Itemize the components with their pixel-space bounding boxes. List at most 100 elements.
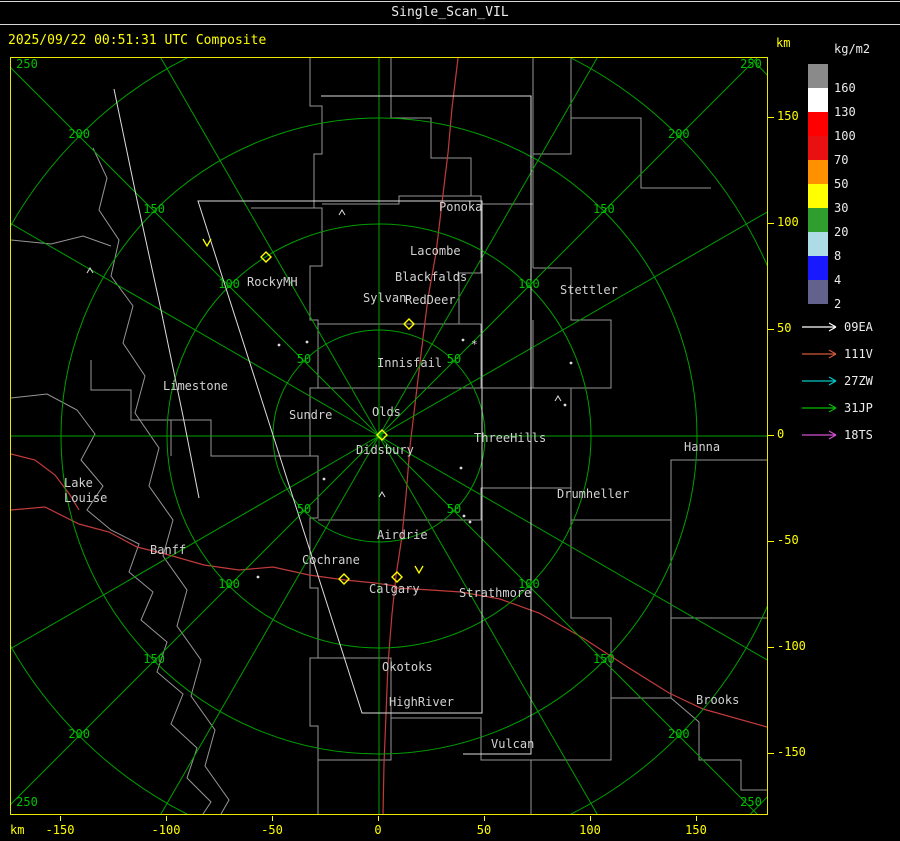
- bottom-axis-tick: [272, 816, 273, 821]
- city-label: Brooks: [696, 693, 740, 707]
- city-label: Banff: [150, 543, 187, 557]
- scan-timestamp: 2025/09/22 00:51:31 UTC Composite: [8, 33, 267, 48]
- colorbar-value: 20: [834, 225, 849, 239]
- title-bar: Single_Scan_VIL: [0, 1, 900, 25]
- map-marker-dot: [468, 520, 472, 524]
- city-label: Blackfalds: [395, 270, 468, 284]
- right-axis-label: 100: [777, 215, 799, 229]
- colorbar-swatch: [808, 256, 828, 280]
- range-ring-label: 250: [16, 795, 38, 809]
- range-ring-label: 150: [143, 202, 165, 217]
- colorbar-value: 50: [834, 177, 849, 191]
- right-axis-tick: [768, 647, 774, 648]
- colorbar-value: 130: [834, 105, 856, 119]
- city-label: Innisfail: [377, 356, 443, 370]
- colorbar-swatch: [808, 64, 828, 88]
- city-label: Limestone: [163, 379, 229, 393]
- city-label: Vulcan: [491, 737, 535, 751]
- range-ring-label: 150: [143, 651, 165, 666]
- bottom-axis-tick: [378, 816, 379, 821]
- right-axis-unit: km: [776, 36, 791, 50]
- bottom-axis-label: 50: [476, 823, 492, 837]
- city-label: RockyMH: [247, 275, 298, 289]
- range-ring-label: 200: [68, 127, 91, 142]
- range-ring-label: 200: [68, 726, 91, 741]
- city-label: Olds: [372, 405, 401, 419]
- city-label: RedDeer: [405, 293, 456, 307]
- window-title: Single_Scan_VIL: [391, 5, 509, 20]
- legend-site-id: 111V: [844, 347, 873, 361]
- legend-arrow-icon: [802, 349, 837, 359]
- right-axis-tick: [768, 435, 774, 436]
- colorbar-swatch: [808, 208, 828, 232]
- map-marker-dot: [563, 403, 567, 407]
- range-ring-label: 250: [740, 57, 762, 71]
- legend-site-id: 09EA: [844, 320, 873, 334]
- map-marker-chevron: [202, 238, 212, 248]
- right-axis-label: 150: [777, 109, 799, 123]
- right-axis-tick: [768, 223, 774, 224]
- map-area: * 50 50 50 50 100 100 100 100 150 150 150 150 200 200…: [10, 57, 768, 815]
- colorbar-swatch: [808, 280, 828, 304]
- right-axis-tick: [768, 753, 774, 754]
- city-label: Ponoka: [439, 200, 483, 214]
- colorbar-value: 8: [834, 249, 842, 263]
- legend-arrow-icon: [802, 430, 837, 440]
- map-marker-dot: [459, 466, 463, 470]
- city-label: HighRiver: [389, 695, 455, 709]
- colorbar-swatch: [808, 112, 828, 136]
- range-ring-label: 150: [593, 651, 615, 666]
- bottom-axis: -150 -100 -50 0 50 100 150: [10, 816, 780, 840]
- range-ring-label: 250: [740, 795, 762, 809]
- legend-arrow-icon: [802, 322, 837, 332]
- city-label: Airdrie: [377, 528, 428, 542]
- range-ring-label: 100: [218, 277, 240, 292]
- legend-site-id: 31JP: [844, 401, 873, 415]
- city-label: Stettler: [560, 283, 618, 297]
- right-axis-label: -100: [777, 639, 806, 653]
- range-ring-label: 50: [296, 352, 312, 367]
- bottom-axis-label: -50: [261, 823, 283, 837]
- right-axis-label: -150: [777, 745, 806, 759]
- map-marker-dot: [322, 477, 326, 481]
- range-ring-label: 50: [296, 501, 312, 516]
- city-label: Louise: [64, 491, 108, 505]
- city-label: Cochrane: [302, 553, 360, 567]
- right-axis-tick: [768, 541, 774, 542]
- right-axis-label: -50: [777, 533, 799, 547]
- legend-arrow-icon: [802, 403, 837, 413]
- legend-arrow-icon: [802, 376, 837, 386]
- right-axis-tick: [768, 329, 774, 330]
- map-marker-caret: [554, 395, 562, 402]
- colorbar-swatch: [808, 184, 828, 208]
- colorbar-value: 2: [834, 297, 842, 311]
- map-marker-dot: [277, 343, 281, 347]
- bottom-axis-label: 100: [579, 823, 601, 837]
- colorbar-value: 70: [834, 153, 849, 167]
- colorbar-swatch: [808, 232, 828, 256]
- map-marker-caret: [338, 209, 346, 216]
- colorbar-value: 100: [834, 129, 856, 143]
- city-label: Sundre: [289, 408, 333, 422]
- bottom-axis-tick: [166, 816, 167, 821]
- legend-site-id: 18TS: [844, 428, 873, 442]
- range-ring-label: 50: [446, 501, 462, 516]
- colorbar-value: 30: [834, 201, 849, 215]
- city-label: Didsbury: [356, 443, 414, 457]
- city-label: Lacombe: [410, 244, 461, 258]
- colorbar-swatch: [808, 88, 828, 112]
- map-marker-diamond: [391, 571, 403, 583]
- right-axis-label: 50: [777, 321, 792, 335]
- right-axis-tick: [768, 117, 774, 118]
- range-ring-label: 250: [16, 57, 38, 71]
- right-axis-label: 0: [777, 427, 785, 441]
- bottom-axis-tick: [696, 816, 697, 821]
- city-label: Okotoks: [382, 660, 433, 674]
- city-label: Calgary: [369, 582, 420, 596]
- colorbar-value: 160: [834, 81, 856, 95]
- bottom-axis-tick: [60, 816, 61, 821]
- map-marker-chevron: [414, 565, 424, 575]
- bottom-axis-label: -150: [45, 823, 75, 837]
- map-marker-dot: [569, 361, 573, 365]
- city-label: ThreeHills: [474, 431, 547, 445]
